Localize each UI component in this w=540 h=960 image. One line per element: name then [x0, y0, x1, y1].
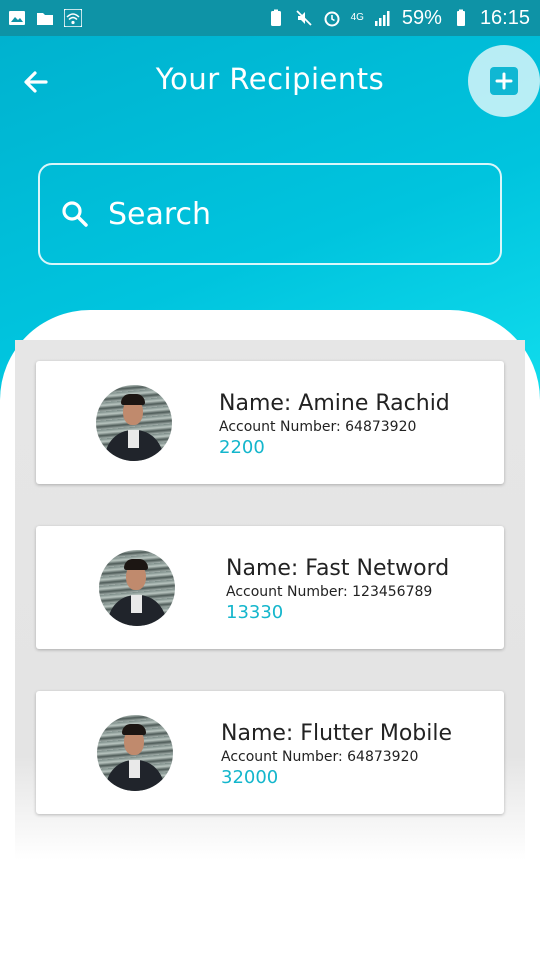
- recipient-name: Name: Flutter Mobile: [221, 721, 453, 746]
- recipient-card[interactable]: Name: Fast Netword Account Number: 12345…: [36, 526, 504, 649]
- battery-percent: 59%: [401, 6, 442, 29]
- recipient-card[interactable]: Name: Amine Rachid Account Number: 64873…: [36, 361, 504, 484]
- recipient-account-number: Account Number: 64873920: [221, 749, 419, 765]
- status-bar-left: [8, 9, 82, 27]
- network-type-label: 4G: [350, 12, 364, 23]
- recipient-name: Name: Amine Rachid: [219, 391, 450, 416]
- recipient-account-number: Account Number: 123456789: [226, 584, 433, 600]
- recipient-amount: 2200: [219, 437, 265, 458]
- add-square-icon: [490, 67, 518, 95]
- recipient-info: Name: Flutter Mobile Account Number: 648…: [221, 721, 452, 788]
- search-icon: [62, 201, 88, 227]
- signal-icon: [374, 11, 390, 26]
- recipient-card[interactable]: Name: Flutter Mobile Account Number: 648…: [36, 691, 504, 814]
- folder-notification-icon: [37, 13, 53, 25]
- recipient-amount: 13330: [226, 602, 284, 623]
- alarm-icon: [324, 11, 340, 27]
- status-bar: 4G 59% 16:15: [0, 0, 540, 36]
- recipient-amount: 32000: [221, 767, 279, 788]
- status-bar-right: 4G 59% 16:15: [267, 7, 530, 30]
- recipient-account-number: Account Number: 64873920: [219, 419, 417, 435]
- clock: 16:15: [479, 6, 530, 29]
- recipient-info: Name: Fast Netword Account Number: 12345…: [226, 556, 449, 623]
- avatar: [99, 550, 175, 626]
- avatar: [96, 385, 172, 461]
- page-title: Your Recipients: [155, 62, 385, 96]
- mute-icon: [295, 10, 312, 26]
- recipient-info: Name: Amine Rachid Account Number: 64873…: [219, 391, 450, 458]
- battery-icon: [456, 9, 465, 26]
- search-input[interactable]: [106, 195, 470, 233]
- recipient-name: Name: Fast Netword: [226, 556, 450, 581]
- search-box[interactable]: [38, 163, 502, 265]
- avatar: [97, 715, 173, 791]
- battery-saver-icon: [270, 9, 281, 26]
- add-recipient-button[interactable]: [468, 45, 540, 117]
- image-notification-icon: [9, 11, 25, 25]
- wifi-notification-icon: [64, 9, 82, 27]
